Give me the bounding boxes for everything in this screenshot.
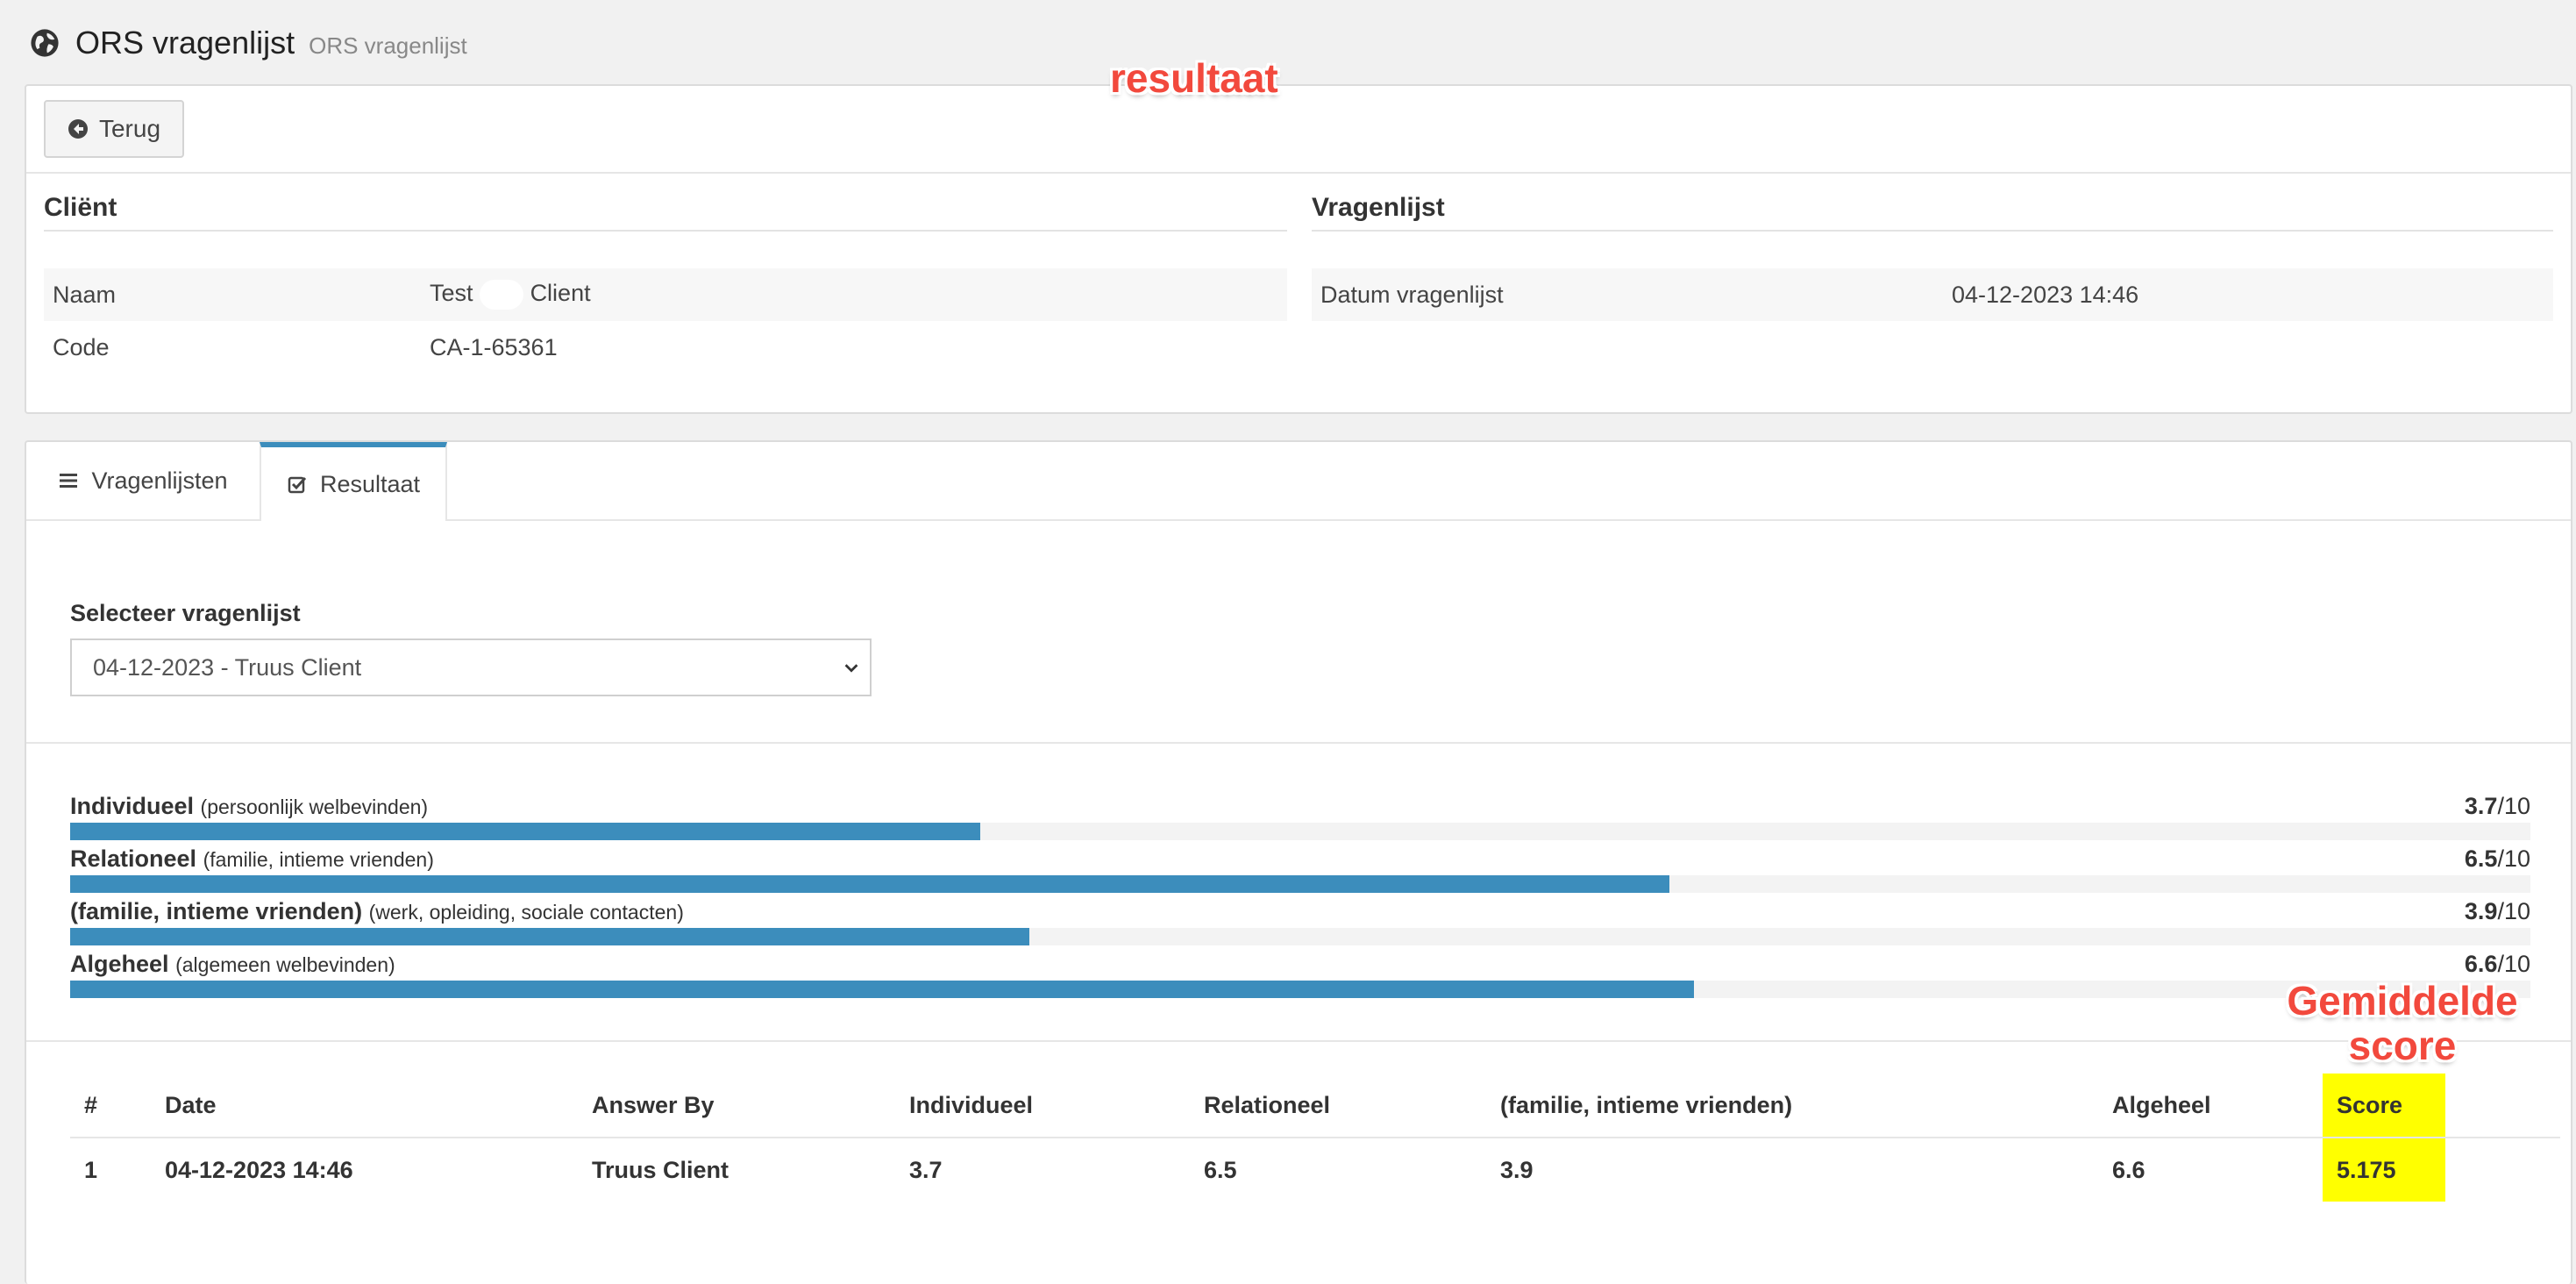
client-info-panel: Terug Cliënt Naam Test Client Code CA-1-… xyxy=(25,84,2572,414)
questionnaire-date-value: 04-12-2023 14:46 xyxy=(1952,281,2139,308)
back-button[interactable]: Terug xyxy=(44,100,184,158)
progress-fill xyxy=(70,981,1694,998)
bar-score-value: 6.6 xyxy=(2464,951,2498,977)
bar-name: Individueel xyxy=(70,793,195,819)
cell: 04-12-2023 14:46 xyxy=(165,1156,353,1183)
bar-score-value: 6.5 xyxy=(2464,845,2498,872)
tab-resultaat[interactable]: Resultaat xyxy=(260,442,447,521)
bar-score: 3.9/10 xyxy=(2465,898,2530,925)
progress-track xyxy=(70,928,2530,945)
progress-track xyxy=(70,981,2530,998)
redacted-mark xyxy=(480,280,524,310)
page-subtitle: ORS vragenlijst xyxy=(309,32,467,59)
cell: 6.6 xyxy=(2112,1156,2145,1183)
tab-vragenlijsten[interactable]: Vragenlijsten xyxy=(26,442,260,519)
col-header-score: Score xyxy=(2323,1074,2445,1138)
bar-score: 3.7/10 xyxy=(2465,793,2530,820)
bar-score-value: 3.7 xyxy=(2464,793,2498,819)
divider xyxy=(26,742,2571,744)
arrow-circle-left-icon xyxy=(68,119,88,139)
bar-label: Individueel (persoonlijk welbevinden) xyxy=(70,793,428,820)
cell: 3.9 xyxy=(1500,1156,1534,1183)
divider xyxy=(26,1040,2571,1042)
bar-name: Algeheel xyxy=(70,951,169,977)
bar-sublabel: (persoonlijk welbevinden) xyxy=(200,795,429,818)
table-row: 1 04-12-2023 14:46 Truus Client 3.7 6.5 … xyxy=(70,1138,2560,1202)
client-section-title: Cliënt xyxy=(44,193,117,222)
results-panel: Vragenlijsten Resultaat Selecteer vragen… xyxy=(25,440,2572,1284)
bar-sublabel: (familie, intieme vrienden) xyxy=(203,848,434,871)
col-header: Answer By xyxy=(578,1074,895,1138)
cell: Truus Client xyxy=(592,1156,729,1183)
select-label: Selecteer vragenlijst xyxy=(70,600,301,626)
divider xyxy=(26,172,2571,174)
col-header: Individueel xyxy=(895,1074,1190,1138)
questionnaire-date-label: Datum vragenlijst xyxy=(1320,281,1504,308)
bar-score-max: /10 xyxy=(2497,898,2530,924)
select-value: 04-12-2023 - Truus Client xyxy=(93,653,362,681)
bar-score-value: 3.9 xyxy=(2464,898,2498,924)
client-name-value: Test Client xyxy=(430,280,591,310)
questionnaire-section-title: Vragenlijst xyxy=(1312,193,1445,222)
col-header: (familie, intieme vrienden) xyxy=(1486,1074,2098,1138)
progress-fill xyxy=(70,875,1669,893)
progress-fill xyxy=(70,928,1030,945)
bar-score: 6.6/10 xyxy=(2465,951,2530,978)
page-header: ORS vragenlijst ORS vragenlijst xyxy=(30,21,467,65)
bar-score-max: /10 xyxy=(2497,951,2530,977)
divider xyxy=(1312,230,2553,232)
client-code-row: Code CA-1-65361 xyxy=(44,321,1287,374)
table-header-row: # Date Answer By Individueel Relationeel… xyxy=(70,1074,2560,1138)
client-name-row: Naam Test Client xyxy=(44,268,1287,321)
annotation-score-note: Gemiddelde score xyxy=(2287,978,2518,1068)
bar-label: (familie, intieme vrienden) (werk, oplei… xyxy=(70,898,684,925)
list-icon xyxy=(60,474,78,488)
chevron-down-icon xyxy=(844,664,858,673)
progress-track xyxy=(70,875,2530,893)
bar-sublabel: (werk, opleiding, sociale contacten) xyxy=(368,901,684,924)
back-button-label: Terug xyxy=(98,115,161,142)
bar-label: Algeheel (algemeen welbevinden) xyxy=(70,951,395,978)
bar-score-max: /10 xyxy=(2497,793,2530,819)
check-square-icon xyxy=(288,476,307,494)
col-header: # xyxy=(70,1074,151,1138)
col-header: Algeheel xyxy=(2098,1074,2323,1138)
divider xyxy=(44,230,1287,232)
client-first-name: Test xyxy=(430,280,473,307)
tab-bar: Vragenlijsten Resultaat xyxy=(26,442,2571,521)
cell: 1 xyxy=(84,1156,98,1183)
client-name-label: Naam xyxy=(53,281,117,308)
questionnaire-date-row: Datum vragenlijst 04-12-2023 14:46 xyxy=(1312,268,2553,321)
annotation-resultaat: resultaat xyxy=(1110,55,1278,101)
globe-icon xyxy=(31,29,59,57)
progress-fill xyxy=(70,823,981,840)
client-code-value: CA-1-65361 xyxy=(430,333,558,360)
bar-label: Relationeel (familie, intieme vrienden) xyxy=(70,845,434,873)
bar-score: 6.5/10 xyxy=(2465,845,2530,873)
col-header-spacer xyxy=(2445,1074,2560,1138)
tab-vragenlijsten-label: Vragenlijsten xyxy=(91,467,228,494)
bar-name: Relationeel xyxy=(70,845,197,872)
bar-sublabel: (algemeen welbevinden) xyxy=(175,953,395,976)
cell: 6.5 xyxy=(1204,1156,1237,1183)
col-header: Relationeel xyxy=(1190,1074,1486,1138)
tab-resultaat-label: Resultaat xyxy=(319,470,421,497)
client-code-label: Code xyxy=(53,333,110,360)
client-last-name: Client xyxy=(530,280,591,307)
cell-score: 5.175 xyxy=(2323,1138,2445,1202)
bar-name: (familie, intieme vrienden) xyxy=(70,898,363,924)
cell-spacer xyxy=(2445,1138,2560,1202)
bar-score-max: /10 xyxy=(2497,845,2530,872)
progress-track xyxy=(70,823,2530,840)
page-title: ORS vragenlijst xyxy=(75,25,295,61)
results-table: # Date Answer By Individueel Relationeel… xyxy=(70,1074,2560,1202)
cell: 3.7 xyxy=(909,1156,943,1183)
col-header: Date xyxy=(151,1074,578,1138)
questionnaire-select[interactable]: 04-12-2023 - Truus Client xyxy=(70,638,872,696)
